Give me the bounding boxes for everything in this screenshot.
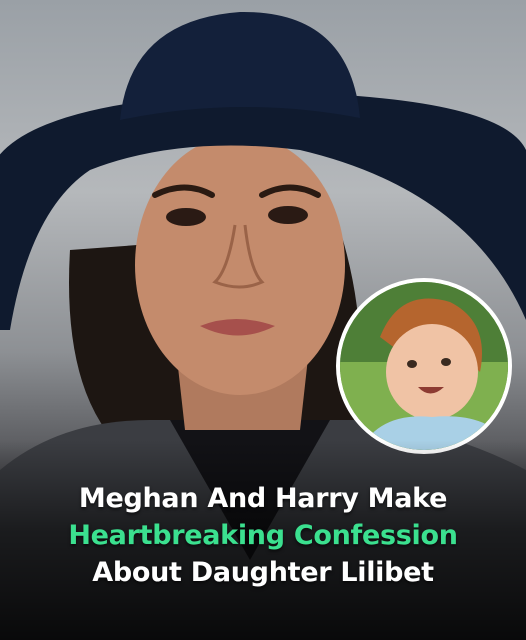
headline-line-3: About Daughter Lilibet [92,557,434,588]
headline-line-1: Meghan And Harry Make [78,483,448,514]
child-photo [340,282,508,450]
child-face [386,324,478,420]
headline: Meghan And Harry Make Heartbreaking Conf… [0,480,526,591]
news-thumbnail: Meghan And Harry Make Heartbreaking Conf… [0,0,526,640]
child-left-eye [407,360,417,368]
hat-crown [120,11,360,120]
child-photo-inset [336,278,512,454]
face [135,135,345,395]
headline-line-2: Heartbreaking Confession [68,520,458,551]
child-right-eye [441,358,451,366]
right-eye [268,206,308,224]
left-eye [166,208,206,226]
